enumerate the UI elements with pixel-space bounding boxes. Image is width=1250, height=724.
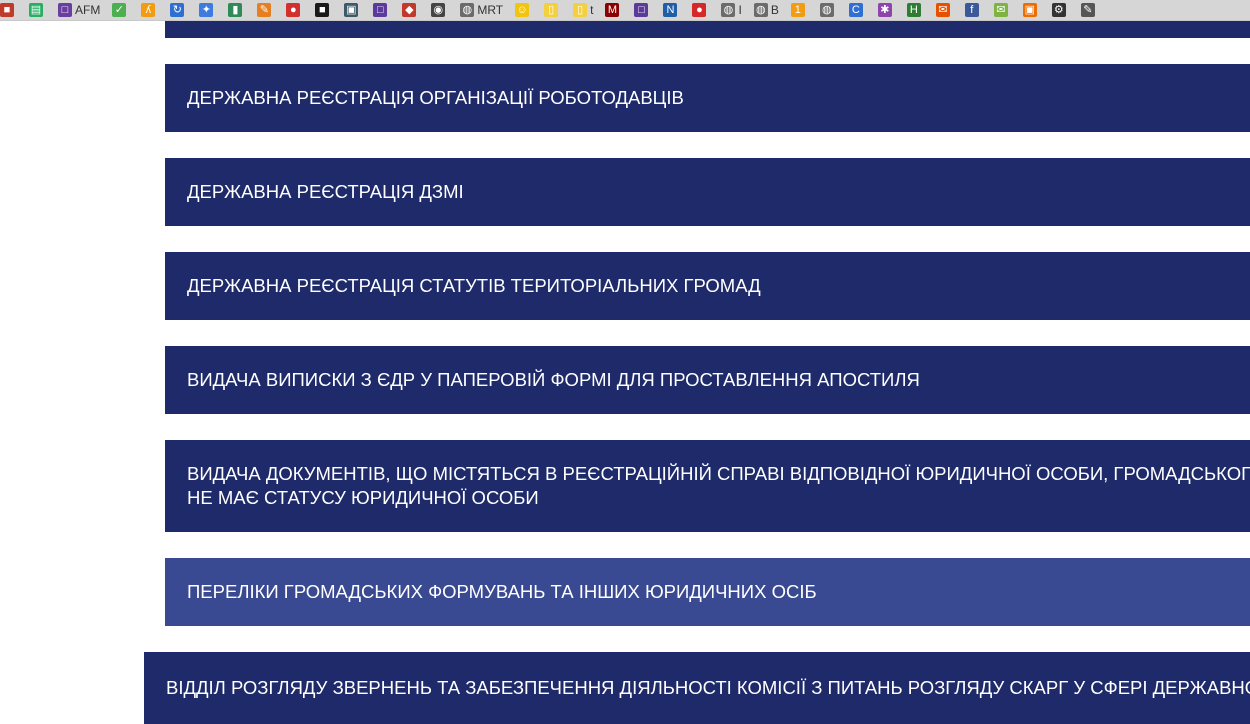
bookmark-item[interactable]: ⚙	[1051, 1, 1069, 19]
tool-icon: ✎	[1080, 3, 1095, 17]
bookmark-item[interactable]: ✎	[1080, 1, 1098, 19]
bookmark-item[interactable]: □ AFM	[58, 1, 100, 19]
menu-item-employers-registration[interactable]: ДЕРЖАВНА РЕЄСТРАЦІЯ ОРГАНІЗАЦІЇ РОБОТОДА…	[165, 64, 1250, 132]
page-content: ДЕРЖАВНА РЕЄСТРАЦІЯ ОРГАНІЗАЦІЇ РОБОТОДА…	[0, 21, 1250, 724]
bookmark-item[interactable]: ▯	[544, 1, 561, 19]
bookmark-item[interactable]: ◍	[819, 1, 837, 19]
bookmark-label: MRT	[477, 3, 504, 17]
bookmark-label: AFM	[75, 3, 101, 17]
bookmark-item[interactable]: ●	[692, 1, 709, 19]
yellow-note-icon-2: ▯	[573, 3, 588, 17]
purple-box-icon: □	[373, 3, 388, 17]
globe-icon-2: ◍	[721, 3, 736, 17]
bookmark-item[interactable]: M	[605, 1, 622, 19]
bookmark-label: I	[738, 3, 742, 17]
purple-box-icon-2: □	[634, 3, 649, 17]
blue-refresh-icon: ↻	[170, 3, 185, 17]
smiley-icon: ☺	[515, 3, 530, 17]
bookmark-item[interactable]: ◆	[402, 1, 419, 19]
bookmark-item[interactable]: ▯ t	[573, 1, 593, 19]
black-square-icon: ■	[315, 3, 330, 17]
bookmark-item[interactable]: ☺	[515, 1, 532, 19]
globe-icon: ◍	[460, 3, 475, 17]
orange-pencil-icon: ✎	[257, 3, 272, 17]
gear-icon: ⚙	[1051, 3, 1066, 17]
bookmark-item[interactable]: ✎	[257, 1, 274, 19]
menu-item-partial[interactable]	[165, 21, 1250, 38]
bookmark-item[interactable]: ■	[0, 1, 17, 19]
globe-icon-4: ◍	[819, 3, 834, 17]
colorful-star-icon: ✱	[877, 3, 892, 17]
section-header-complaints-department[interactable]: ВІДДІЛ РОЗГЛЯДУ ЗВЕРНЕНЬ ТА ЗАБЕЗПЕЧЕННЯ…	[144, 652, 1250, 724]
menu-item-label: ПЕРЕЛІКИ ГРОМАДСЬКИХ ФОРМУВАНЬ ТА ІНШИХ …	[187, 581, 817, 602]
bookmark-item[interactable]: ▤	[29, 1, 46, 19]
purple-square-icon: □	[58, 3, 72, 17]
bookmark-item[interactable]: ✉	[935, 1, 953, 19]
m-logo-icon: M	[605, 3, 620, 17]
dark-photo-icon: ▣	[344, 3, 359, 17]
bookmark-item[interactable]: H	[906, 1, 924, 19]
bookmark-item[interactable]: ✉	[993, 1, 1011, 19]
section-header-label: ВІДДІЛ РОЗГЛЯДУ ЗВЕРНЕНЬ ТА ЗАБЕЗПЕЧЕННЯ…	[166, 677, 1250, 698]
bookmark-item[interactable]: ʎ	[141, 1, 158, 19]
bookmarks-bar: ■ ▤ □ AFM ✓ ʎ ↻ ✦ ▮ ✎ ● ■ ▣ □ ◆ ◉ ◍ MRT ☺ ▯ ▯ t M □ N ● ◍ I ◍ B 1 ◍ C ✱ H ✉…	[0, 0, 1250, 21]
menu-item-statutes-registration[interactable]: ДЕРЖАВНА РЕЄСТРАЦІЯ СТАТУТІВ ТЕРИТОРІАЛЬ…	[165, 252, 1250, 320]
bookmark-item[interactable]: ■	[315, 1, 332, 19]
bookmark-item[interactable]: ✓	[112, 1, 129, 19]
orange-104-icon: 1	[790, 3, 805, 17]
h-logo-icon: H	[906, 3, 921, 17]
bookmark-item[interactable]: N	[663, 1, 680, 19]
menu-item-label: ВИДАЧА ВИПИСКИ З ЄДР У ПАПЕРОВІЙ ФОРМІ Д…	[187, 369, 920, 390]
red-diamond-icon: ◆	[402, 3, 417, 17]
globe-icon-3: ◍	[753, 3, 768, 17]
orange-mail-icon: ✉	[935, 3, 950, 17]
bookmark-item[interactable]: ◍ MRT	[460, 1, 503, 19]
facebook-icon: f	[964, 3, 979, 17]
blue-c-icon: C	[848, 3, 863, 17]
green-doc-icon: ▤	[29, 3, 43, 17]
red-apple-icon: ●	[286, 3, 301, 17]
bookmark-item[interactable]: ▣	[1022, 1, 1040, 19]
menu-item-label: ДЕРЖАВНА РЕЄСТРАЦІЯ СТАТУТІВ ТЕРИТОРІАЛЬ…	[187, 275, 761, 296]
menu-item-registration-documents[interactable]: ВИДАЧА ДОКУМЕНТІВ, ЩО МІСТЯТЬСЯ В РЕЄСТР…	[165, 440, 1250, 532]
green-phone-icon: ▮	[228, 3, 243, 17]
menu-item-label-line1: ВИДАЧА ДОКУМЕНТІВ, ЩО МІСТЯТЬСЯ В РЕЄСТР…	[187, 463, 1250, 484]
bookmark-item[interactable]: □	[634, 1, 651, 19]
bookmark-label: t	[590, 3, 594, 17]
orange-box-icon: ▣	[1022, 3, 1037, 17]
red-circle-icon: ●	[692, 3, 707, 17]
menu-item-label: ДЕРЖАВНА РЕЄСТРАЦІЯ ОРГАНІЗАЦІЇ РОБОТОДА…	[187, 87, 684, 108]
bookmark-item[interactable]: f	[964, 1, 982, 19]
menu-item-public-formations-lists[interactable]: ПЕРЕЛІКИ ГРОМАДСЬКИХ ФОРМУВАНЬ ТА ІНШИХ …	[165, 558, 1250, 626]
blue-star-icon: ✦	[199, 3, 214, 17]
orange-logo-icon: ʎ	[141, 3, 156, 17]
bookmark-item[interactable]: ✱	[877, 1, 895, 19]
bookmark-item[interactable]: ↻	[170, 1, 187, 19]
bookmark-item[interactable]: ◍ I	[721, 1, 742, 19]
check-icon: ✓	[112, 3, 127, 17]
bookmark-item[interactable]: 1	[790, 1, 808, 19]
bookmark-label: B	[770, 3, 779, 17]
menu-item-label: ВИДАЧА ДОКУМЕНТІВ, ЩО МІСТЯТЬСЯ В РЕЄСТР…	[187, 462, 1250, 510]
green-envelope-icon: ✉	[993, 3, 1008, 17]
menu-item-apostille-extract[interactable]: ВИДАЧА ВИПИСКИ З ЄДР У ПАПЕРОВІЙ ФОРМІ Д…	[165, 346, 1250, 414]
yellow-note-icon: ▯	[544, 3, 559, 17]
bookmark-item[interactable]: ◍ B	[753, 1, 779, 19]
np-logo-icon: N	[663, 3, 678, 17]
menu-item-label: ДЕРЖАВНА РЕЄСТРАЦІЯ ДЗМІ	[187, 181, 464, 202]
bookmark-item[interactable]: ◉	[431, 1, 448, 19]
menu-item-media-registration[interactable]: ДЕРЖАВНА РЕЄСТРАЦІЯ ДЗМІ	[165, 158, 1250, 226]
menu-item-label-line2: НЕ МАЄ СТАТУСУ ЮРИДИЧНОЇ ОСОБИ	[187, 487, 539, 508]
red-cube-icon: ■	[0, 3, 14, 17]
bookmark-item[interactable]: ▮	[228, 1, 245, 19]
bookmark-item[interactable]: ✦	[199, 1, 216, 19]
bookmark-item[interactable]: □	[373, 1, 390, 19]
eye-icon: ◉	[431, 3, 446, 17]
bookmark-item[interactable]: ▣	[344, 1, 361, 19]
bookmark-item[interactable]: ●	[286, 1, 303, 19]
bookmark-item[interactable]: C	[848, 1, 866, 19]
